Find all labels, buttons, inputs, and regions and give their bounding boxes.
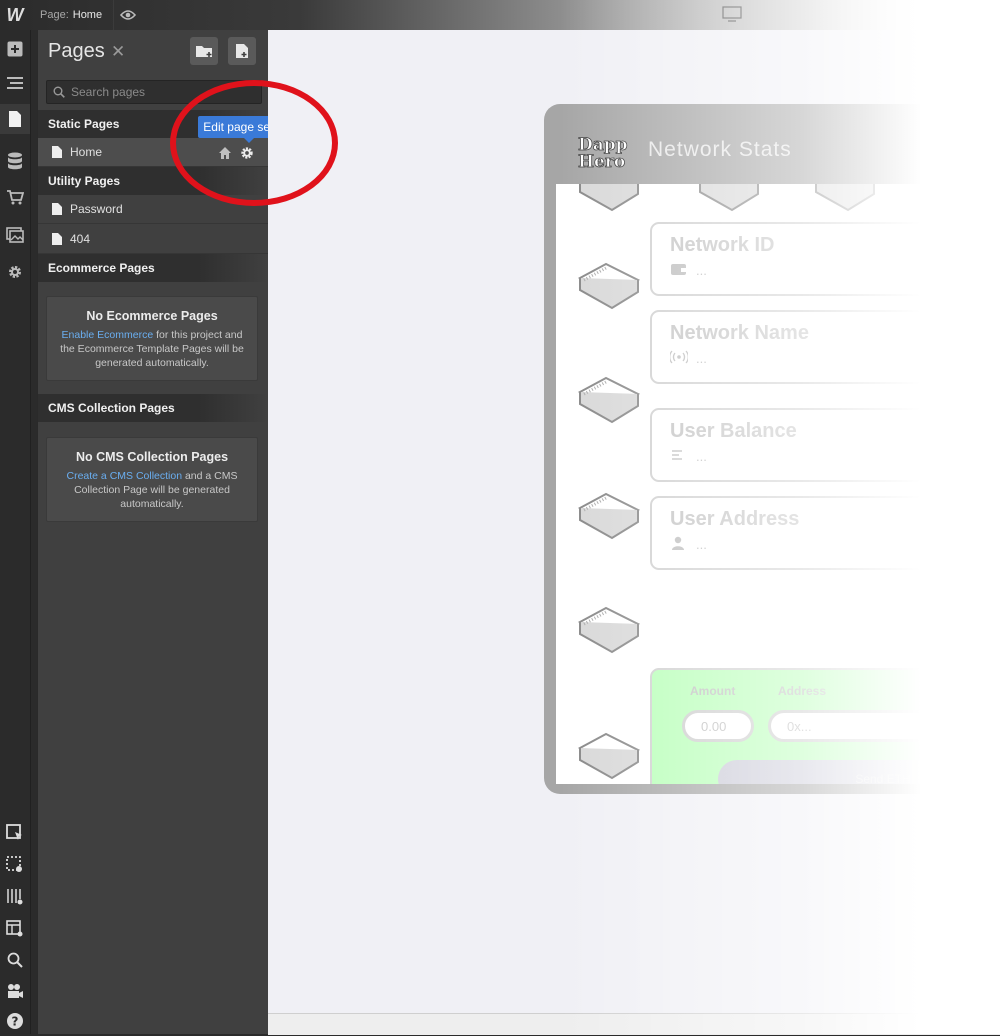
cms-database-icon[interactable] xyxy=(0,146,30,176)
canvas-horizontal-scrollbar[interactable] xyxy=(268,1013,1000,1035)
page-item-label: Password xyxy=(70,202,123,216)
sandwich-pattern-icon xyxy=(577,606,641,654)
sandwich-pattern-icon xyxy=(577,492,641,540)
add-folder-button[interactable] xyxy=(190,37,218,65)
enable-ecommerce-link[interactable]: Enable Ecommerce xyxy=(62,329,154,341)
sandwich-pattern-icon xyxy=(699,184,759,212)
close-icon[interactable]: ✕ xyxy=(111,42,125,62)
network-stats-card: Dapp Hero Network Stats Network ID ... N xyxy=(544,104,1000,794)
send-eth-button[interactable]: Send ETH xyxy=(718,760,1000,784)
user-icon xyxy=(672,536,684,550)
amount-label: Amount xyxy=(690,684,736,698)
field-value: ... xyxy=(696,351,707,366)
sandwich-pattern-icon xyxy=(577,732,641,780)
field-value: ... xyxy=(696,537,707,552)
ecommerce-pages-header: Ecommerce Pages xyxy=(38,254,268,282)
page-indicator-name: Home xyxy=(72,9,103,21)
list-icon xyxy=(672,450,682,460)
preview-selection-icon[interactable] xyxy=(0,850,30,880)
field-label: User Address xyxy=(670,508,800,530)
page-doc-icon xyxy=(52,203,62,215)
design-canvas[interactable]: Dapp Hero Network Stats Network ID ... N xyxy=(268,30,1000,1013)
webflow-logo-icon[interactable]: W xyxy=(0,0,30,30)
cms-empty-state: No CMS Collection Pages Create a CMS Col… xyxy=(46,437,258,522)
sandwich-pattern-icon xyxy=(815,184,875,212)
page-indicator[interactable]: Page: Home xyxy=(32,0,112,30)
sandwich-pattern-icon xyxy=(577,376,641,424)
left-toolbar: ? xyxy=(0,30,31,1034)
field-value: ... xyxy=(696,449,707,464)
address-input[interactable]: 0x... xyxy=(768,710,1000,742)
field-label: Network Name xyxy=(670,322,809,344)
top-bar xyxy=(0,0,1000,30)
send-eth-form: Amount Address 0.00 0x... Send ETH xyxy=(650,668,1000,784)
address-label: Address xyxy=(778,684,827,698)
brand-line-2: Hero xyxy=(578,152,625,170)
wallet-icon xyxy=(671,264,687,275)
cms-pages-header: CMS Collection Pages xyxy=(38,394,268,422)
page-item-404[interactable]: 404 xyxy=(38,225,268,254)
search-icon[interactable] xyxy=(0,945,30,975)
add-elements-icon[interactable] xyxy=(0,34,30,64)
help-icon[interactable]: ? xyxy=(0,1006,30,1036)
field-label: Network ID xyxy=(670,234,775,256)
field-label: User Balance xyxy=(670,420,797,442)
search-icon xyxy=(53,86,65,98)
annotation-circle xyxy=(170,80,338,206)
page-indicator-label: Page: xyxy=(40,9,69,21)
amount-input[interactable]: 0.00 xyxy=(682,710,754,742)
page-doc-icon xyxy=(52,146,62,158)
add-page-button[interactable] xyxy=(228,37,256,65)
field-value: ... xyxy=(696,263,707,278)
empty-title: No CMS Collection Pages xyxy=(75,450,229,464)
layout-preview-icon[interactable] xyxy=(0,914,30,944)
show-guides-icon[interactable] xyxy=(0,882,30,912)
navigator-icon[interactable] xyxy=(0,68,30,98)
create-cms-collection-link[interactable]: Create a CMS Collection xyxy=(67,470,183,482)
select-element-icon[interactable] xyxy=(0,818,30,848)
desktop-breakpoint-icon[interactable] xyxy=(722,6,742,22)
ecommerce-cart-icon[interactable] xyxy=(0,182,30,212)
page-doc-icon xyxy=(52,233,62,245)
page-item-label: 404 xyxy=(70,232,91,246)
card-title: Network Stats xyxy=(648,138,792,161)
empty-title: No Ecommerce Pages xyxy=(86,309,218,323)
signal-icon xyxy=(670,350,688,364)
panel-title: Pages xyxy=(48,40,105,62)
video-tutorials-icon[interactable] xyxy=(0,976,30,1006)
settings-gear-icon[interactable] xyxy=(0,257,30,287)
network-id-box: Network ID ... xyxy=(650,222,1000,296)
card-body: Network ID ... Network Name ... User Bal… xyxy=(556,184,1000,784)
network-name-box: Network Name ... xyxy=(650,310,1000,384)
sandwich-pattern-icon xyxy=(577,262,641,310)
user-address-box: User Address ... xyxy=(650,496,1000,570)
svg-text:?: ? xyxy=(12,1015,19,1029)
page-item-label: Home xyxy=(70,145,103,159)
ecommerce-empty-state: No Ecommerce Pages Enable Ecommerce for … xyxy=(46,296,258,381)
dapp-hero-logo: Dapp Hero xyxy=(578,135,628,170)
assets-images-icon[interactable] xyxy=(0,220,30,250)
sandwich-pattern-icon xyxy=(579,184,639,212)
pages-icon[interactable] xyxy=(0,104,30,134)
preview-eye-icon[interactable] xyxy=(113,0,142,30)
user-balance-box: User Balance ... xyxy=(650,408,1000,482)
